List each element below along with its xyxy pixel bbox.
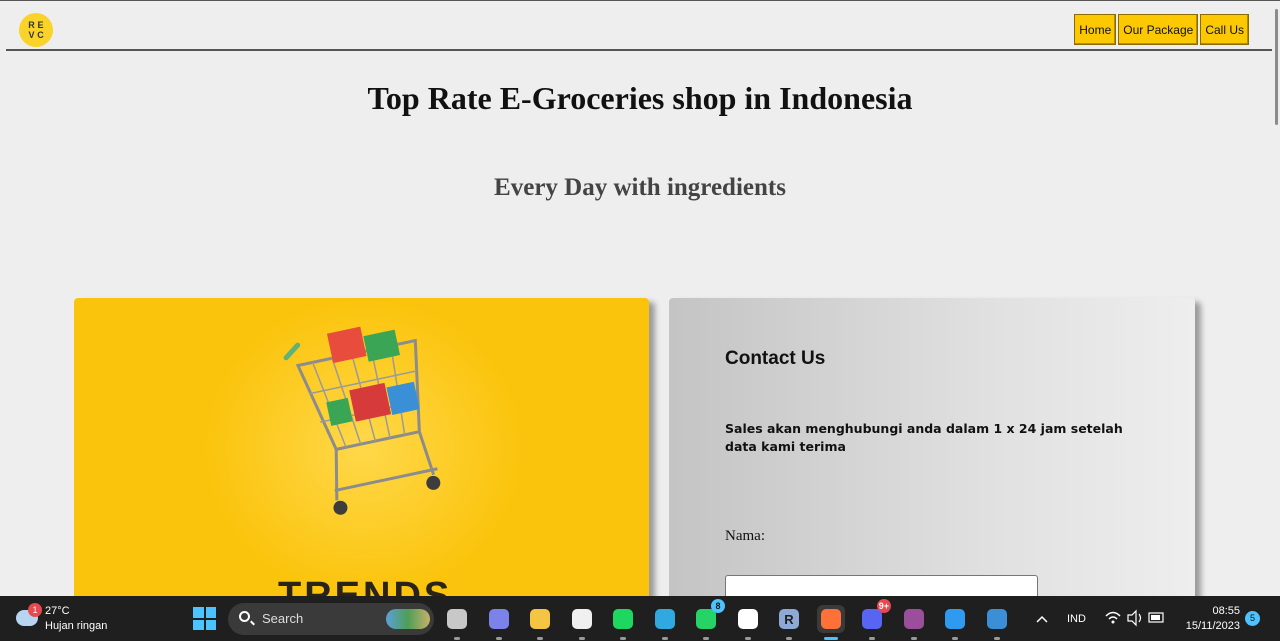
- r-app-icon: R: [779, 609, 799, 629]
- contact-card: Contact Us Sales akan menghubungi anda d…: [669, 298, 1195, 599]
- taskbar-task-view-icon[interactable]: [443, 605, 471, 640]
- logo-letter: R: [28, 19, 35, 30]
- running-indicator: [661, 637, 668, 640]
- app-badge: 8: [711, 599, 725, 613]
- taskbar-spotify-icon[interactable]: [609, 605, 637, 640]
- clock-date: 15/11/2023: [1185, 620, 1240, 632]
- search-label: Search: [262, 611, 304, 626]
- language-indicator[interactable]: IND: [1067, 613, 1086, 627]
- running-indicator: [454, 637, 460, 640]
- weather-widget[interactable]: 1 27°C Hujan ringan: [14, 603, 124, 635]
- windows-start-icon[interactable]: [193, 607, 216, 630]
- taskbar-r-app-icon[interactable]: R: [775, 605, 803, 640]
- taskbar-winrar-icon[interactable]: [900, 605, 928, 640]
- hero-image-caption: TRENDS: [278, 575, 453, 598]
- taskbar-discord-icon[interactable]: 9+: [858, 599, 891, 640]
- taskbar-edge-icon[interactable]: [651, 605, 679, 640]
- running-indicator: [578, 637, 585, 640]
- whatsapp-icon: [696, 609, 716, 629]
- running-indicator: [823, 637, 838, 640]
- name-label: Nama:: [725, 528, 765, 544]
- running-indicator: [703, 637, 709, 640]
- taskbar: 1 27°C Hujan ringan Search 8 R 9+ IND 08:5…: [0, 596, 1280, 641]
- firefox-icon: [820, 609, 841, 629]
- hero-image: TRENDS: [74, 298, 649, 598]
- spotify-icon: [613, 609, 633, 629]
- taskbar-vscode-icon[interactable]: [941, 605, 969, 640]
- microsoft-store-icon: [571, 609, 592, 629]
- taskbar-photos-icon[interactable]: [983, 605, 1011, 640]
- clock-time: 08:55: [1212, 605, 1240, 617]
- taskbar-file-explorer-icon[interactable]: [526, 605, 554, 640]
- discord-icon: [862, 609, 882, 629]
- photos-icon: [986, 609, 1007, 629]
- running-indicator: [744, 637, 751, 640]
- contact-title: Contact Us: [725, 348, 826, 369]
- shopping-cart-icon: [283, 326, 441, 515]
- weather-temperature: 27°C: [45, 605, 70, 617]
- network-volume-battery-icons[interactable]: [1103, 596, 1167, 641]
- search-icon: [239, 611, 250, 622]
- edge-icon: [654, 609, 675, 629]
- taskbar-search[interactable]: Search: [228, 603, 434, 635]
- taskbar-firefox-icon[interactable]: [816, 605, 845, 640]
- vscode-icon: [945, 609, 965, 629]
- weather-badge: 1: [28, 603, 42, 617]
- running-indicator: [910, 637, 917, 640]
- chat-icon: [488, 609, 509, 629]
- tray-overflow-icon[interactable]: [1034, 596, 1050, 641]
- contact-description: Sales akan menghubungi anda dalam 1 x 24…: [725, 421, 1123, 454]
- site-logo[interactable]: R E V C: [19, 13, 53, 47]
- running-indicator: [495, 637, 502, 640]
- running-indicator: [952, 637, 958, 640]
- weather-description: Hujan ringan: [45, 620, 108, 632]
- task-view-icon: [447, 609, 467, 629]
- running-indicator: [537, 637, 543, 640]
- notification-badge[interactable]: 5: [1245, 611, 1260, 626]
- search-highlight-image: [386, 609, 430, 629]
- capcut-icon: [737, 609, 758, 629]
- nav-home-button[interactable]: Home: [1074, 14, 1117, 45]
- logo-letter: E: [37, 19, 44, 30]
- page-subtitle: Every Day with ingredients: [494, 174, 786, 201]
- running-indicator: [786, 637, 792, 640]
- taskbar-whatsapp-icon[interactable]: 8: [692, 599, 725, 640]
- running-indicator: [620, 637, 626, 640]
- logo-letter: V: [28, 29, 35, 40]
- logo-letter: C: [37, 29, 44, 40]
- nav-links: Home Our Package Call Us: [1074, 14, 1249, 45]
- nav-our-package-button[interactable]: Our Package: [1118, 14, 1199, 45]
- taskbar-capcut-icon[interactable]: [734, 605, 762, 640]
- page-title: Top Rate E-Groceries shop in Indonesia: [367, 80, 913, 116]
- nav-call-us-button[interactable]: Call Us: [1200, 14, 1249, 45]
- app-badge: 9+: [876, 599, 891, 613]
- system-clock[interactable]: 08:55 15/11/2023: [1186, 604, 1240, 634]
- taskbar-chat-icon[interactable]: [485, 605, 513, 640]
- running-indicator: [869, 637, 875, 640]
- taskbar-microsoft-store-icon[interactable]: [568, 605, 596, 640]
- file-explorer-icon: [530, 609, 550, 629]
- winrar-icon: [903, 609, 924, 629]
- navbar: R E V C Home Our Package Call Us: [6, 1, 1274, 51]
- running-indicator: [993, 637, 1000, 640]
